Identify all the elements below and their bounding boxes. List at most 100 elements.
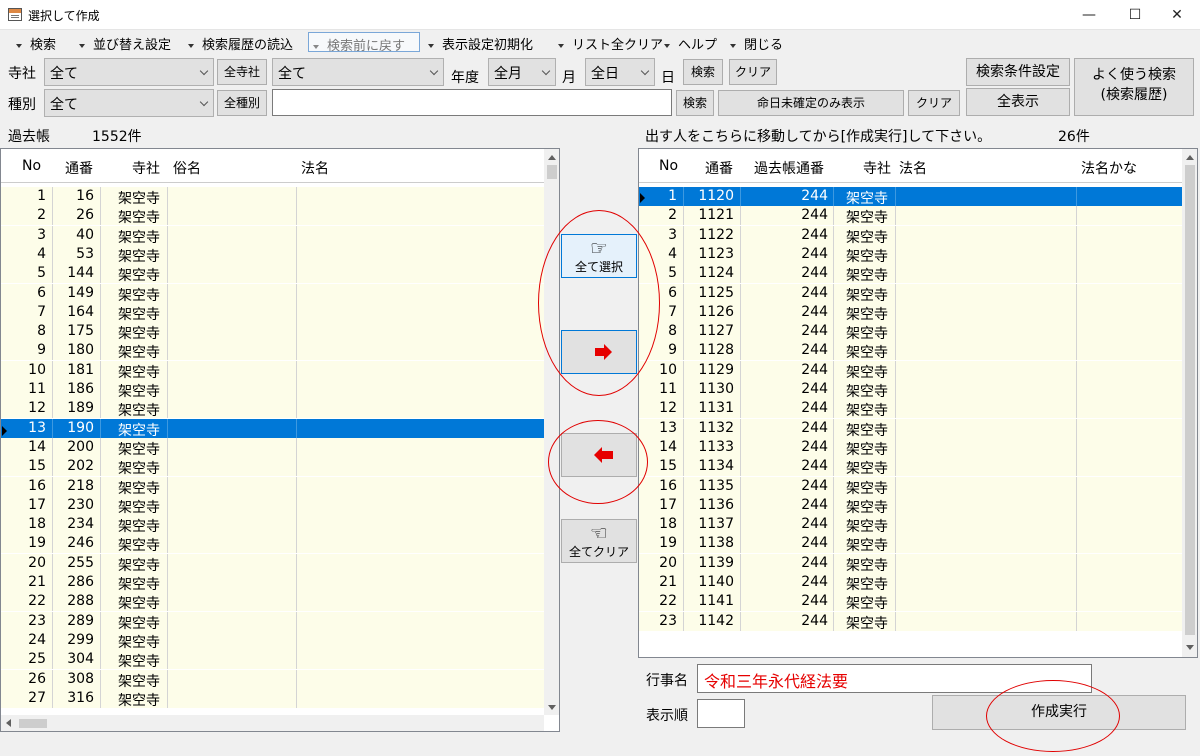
table-row[interactable]: 18 234 架空寺 bbox=[1, 515, 544, 535]
table-row[interactable]: 20 255 架空寺 bbox=[1, 553, 544, 574]
table-row[interactable]: 14 200 架空寺 bbox=[1, 437, 544, 458]
table-row[interactable]: 5 144 架空寺 bbox=[1, 264, 544, 284]
menu-search[interactable]: 検索 bbox=[16, 34, 56, 53]
table-row[interactable]: 1 16 架空寺 bbox=[1, 187, 544, 207]
table-row[interactable]: 16 1135 244 架空寺 bbox=[639, 476, 1182, 497]
cell-temple: 架空寺 bbox=[846, 577, 888, 593]
table-row[interactable]: 9 1128 244 架空寺 bbox=[639, 341, 1182, 361]
menu-close[interactable]: 閉じる bbox=[730, 34, 783, 53]
table-row[interactable]: 21 1140 244 架空寺 bbox=[639, 573, 1182, 593]
scroll-up-icon[interactable] bbox=[548, 155, 556, 160]
close-window-button[interactable]: ✕ bbox=[1154, 0, 1200, 30]
selected-table-row[interactable]: 1 1120 244 架空寺 bbox=[639, 187, 1182, 207]
table-row[interactable]: 23 1142 244 架空寺 bbox=[639, 611, 1182, 632]
move-left-button[interactable] bbox=[561, 433, 637, 477]
vertical-scrollbar[interactable] bbox=[1182, 149, 1197, 657]
table-row[interactable]: 4 53 架空寺 bbox=[1, 244, 544, 265]
cell-kakocho: 244 bbox=[801, 188, 828, 204]
menu-back[interactable]: 検索前に戻す bbox=[308, 32, 420, 54]
table-row[interactable]: 2 1121 244 架空寺 bbox=[639, 206, 1182, 226]
table-row[interactable]: 17 1136 244 架空寺 bbox=[639, 495, 1182, 516]
horizontal-scrollbar[interactable] bbox=[1, 715, 544, 731]
menu-load-history[interactable]: 検索履歴の読込 bbox=[188, 34, 293, 53]
table-row[interactable]: 9 180 架空寺 bbox=[1, 341, 544, 361]
search-button[interactable]: 検索 bbox=[683, 59, 723, 85]
menu-sort[interactable]: 並び替え設定 bbox=[79, 34, 171, 53]
menu-help[interactable]: ヘルプ bbox=[664, 34, 717, 53]
table-row[interactable]: 23 289 架空寺 bbox=[1, 611, 544, 632]
temple-select-2[interactable]: 全て bbox=[272, 58, 444, 86]
table-row[interactable]: 18 1137 244 架空寺 bbox=[639, 515, 1182, 535]
table-row[interactable]: 17 230 架空寺 bbox=[1, 495, 544, 516]
search-button-2[interactable]: 検索 bbox=[676, 90, 714, 116]
show-all-button[interactable]: 全表示 bbox=[966, 88, 1070, 116]
search-condition-button[interactable]: 検索条件設定 bbox=[966, 58, 1070, 86]
table-row[interactable]: 15 1134 244 架空寺 bbox=[639, 457, 1182, 477]
table-row[interactable]: 27 316 架空寺 bbox=[1, 688, 544, 709]
scroll-down-icon[interactable] bbox=[1186, 645, 1194, 650]
minimize-button[interactable]: — bbox=[1066, 0, 1112, 30]
scroll-thumb[interactable] bbox=[1185, 165, 1195, 635]
table-row[interactable]: 11 186 架空寺 bbox=[1, 380, 544, 400]
select-all-button[interactable]: ☞ 全て選択 bbox=[561, 234, 637, 278]
clear-all-button[interactable]: ☜ 全てクリア bbox=[561, 519, 637, 563]
scroll-left-icon[interactable] bbox=[6, 719, 11, 727]
table-row[interactable]: 8 1127 244 架空寺 bbox=[639, 322, 1182, 342]
table-row[interactable]: 10 1129 244 架空寺 bbox=[639, 360, 1182, 381]
table-row[interactable]: 6 1125 244 架空寺 bbox=[639, 283, 1182, 304]
all-type-button[interactable]: 全種別 bbox=[217, 90, 267, 116]
cell-tsuban: 26 bbox=[76, 207, 94, 224]
selected-grid[interactable]: No 通番 過去帳通番 寺社 法名 法名かな 1 1120 244 架空寺 2 1121 2… bbox=[638, 148, 1198, 658]
table-row[interactable]: 22 1141 244 架空寺 bbox=[639, 592, 1182, 612]
move-right-button[interactable] bbox=[561, 330, 637, 374]
event-name-input[interactable]: 令和三年永代経法要 bbox=[697, 664, 1092, 693]
table-row[interactable]: 2 26 架空寺 bbox=[1, 206, 544, 226]
table-row[interactable]: 12 1131 244 架空寺 bbox=[639, 399, 1182, 419]
table-row[interactable]: 24 299 架空寺 bbox=[1, 630, 544, 651]
table-row[interactable]: 11 1130 244 架空寺 bbox=[639, 380, 1182, 400]
scroll-thumb[interactable] bbox=[547, 165, 557, 179]
table-row[interactable]: 26 308 架空寺 bbox=[1, 669, 544, 690]
table-row[interactable]: 19 246 架空寺 bbox=[1, 534, 544, 554]
table-row[interactable]: 6 149 架空寺 bbox=[1, 283, 544, 304]
execute-button[interactable]: 作成実行 bbox=[932, 695, 1186, 730]
table-row[interactable]: 15 202 架空寺 bbox=[1, 457, 544, 477]
table-row[interactable]: 19 1138 244 架空寺 bbox=[639, 534, 1182, 554]
table-row[interactable]: 16 218 架空寺 bbox=[1, 476, 544, 497]
clear-button[interactable]: クリア bbox=[729, 59, 777, 85]
maximize-button[interactable]: ☐ bbox=[1112, 0, 1158, 30]
table-row[interactable]: 7 1126 244 架空寺 bbox=[639, 302, 1182, 323]
day-select[interactable]: 全日 bbox=[585, 58, 655, 86]
kakocho-grid[interactable]: No 通番 寺社 俗名 法名 1 16 架空寺 2 26 架空寺 3 40 架空寺 4 53 架空寺 5… bbox=[0, 148, 560, 732]
temple-select[interactable]: 全て bbox=[44, 58, 214, 86]
scroll-down-icon[interactable] bbox=[548, 705, 556, 710]
table-row[interactable]: 20 1139 244 架空寺 bbox=[639, 553, 1182, 574]
table-row[interactable]: 10 181 架空寺 bbox=[1, 360, 544, 381]
table-row[interactable]: 12 189 架空寺 bbox=[1, 399, 544, 419]
menu-reset-display[interactable]: 表示設定初期化 bbox=[428, 34, 533, 53]
vertical-scrollbar[interactable] bbox=[544, 149, 559, 715]
clear-button-2[interactable]: クリア bbox=[908, 90, 960, 116]
table-row[interactable]: 8 175 架空寺 bbox=[1, 322, 544, 342]
search-text-input[interactable] bbox=[272, 89, 672, 116]
table-row[interactable]: 25 304 架空寺 bbox=[1, 650, 544, 670]
table-row[interactable]: 22 288 架空寺 bbox=[1, 592, 544, 612]
table-row[interactable]: 3 40 架空寺 bbox=[1, 225, 544, 246]
favorite-search-button[interactable]: よく使う検索 (検索履歴) bbox=[1074, 58, 1194, 116]
table-row[interactable]: 14 1133 244 架空寺 bbox=[639, 437, 1182, 458]
menu-clear-list[interactable]: リスト全クリア bbox=[558, 34, 663, 53]
all-temple-button[interactable]: 全寺社 bbox=[217, 59, 267, 85]
table-row[interactable]: 13 1132 244 架空寺 bbox=[639, 418, 1182, 439]
undetermined-only-button[interactable]: 命日未確定のみ表示 bbox=[718, 90, 904, 116]
table-row[interactable]: 4 1123 244 架空寺 bbox=[639, 244, 1182, 265]
table-row[interactable]: 3 1122 244 架空寺 bbox=[639, 225, 1182, 246]
month-select[interactable]: 全月 bbox=[488, 58, 556, 86]
type-select[interactable]: 全て bbox=[44, 89, 214, 117]
table-row[interactable]: 21 286 架空寺 bbox=[1, 573, 544, 593]
display-order-input[interactable] bbox=[697, 699, 745, 728]
table-row[interactable]: 7 164 架空寺 bbox=[1, 302, 544, 323]
selected-table-row[interactable]: 13 190 架空寺 bbox=[1, 418, 544, 439]
scroll-thumb-h[interactable] bbox=[19, 719, 47, 728]
table-row[interactable]: 5 1124 244 架空寺 bbox=[639, 264, 1182, 284]
scroll-up-icon[interactable] bbox=[1186, 155, 1194, 160]
